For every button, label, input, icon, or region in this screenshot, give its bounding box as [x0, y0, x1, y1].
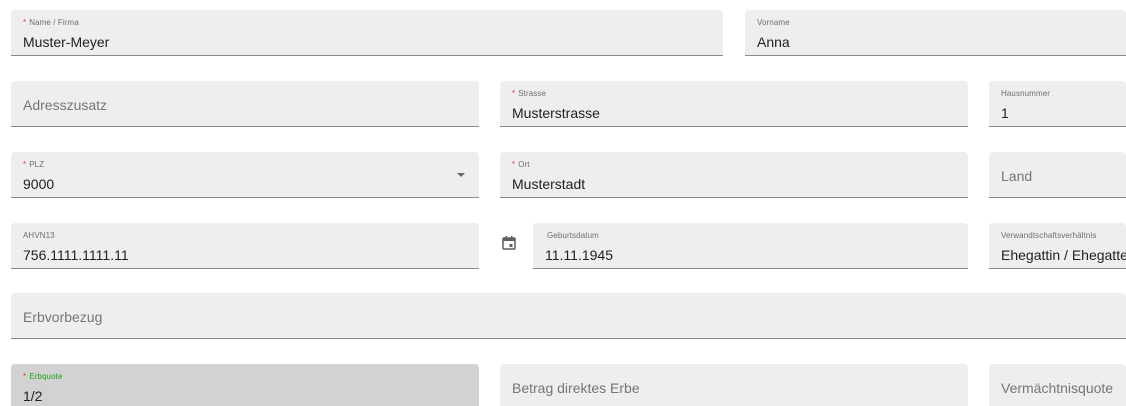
hausnummer-value: 1: [1001, 105, 1009, 121]
erbquote-field[interactable]: * Erbquote 1/2: [11, 364, 479, 406]
required-marker: *: [23, 18, 27, 27]
adresszusatz-field[interactable]: Adresszusatz: [11, 81, 479, 127]
geburtsdatum-field[interactable]: Geburtsdatum 11.11.1945: [533, 223, 968, 269]
ahvn13-field[interactable]: AHVN13 756.1111.1111.11: [11, 223, 479, 269]
erbvorbezug-placeholder: Erbvorbezug: [23, 309, 103, 325]
geburtsdatum-value: 11.11.1945: [545, 247, 613, 263]
vorname-field[interactable]: Vorname Anna: [745, 10, 1126, 56]
erbquote-value: 1/2: [23, 388, 43, 404]
vorname-label: Vorname: [757, 18, 790, 27]
verwandtschaftsverhaeltnis-value: Ehegattin / Ehegatte: [1001, 247, 1126, 263]
required-marker: *: [23, 372, 27, 381]
erbvorbezug-field[interactable]: Erbvorbezug: [11, 293, 1126, 339]
betrag-direktes-erbe-field[interactable]: Betrag direktes Erbe: [500, 364, 968, 406]
adresszusatz-placeholder: Adresszusatz: [23, 97, 108, 113]
required-marker: *: [512, 89, 516, 98]
ahvn13-label: AHVN13: [23, 231, 55, 240]
ort-field[interactable]: * Ort Musterstadt: [500, 152, 968, 198]
dropdown-arrow-icon[interactable]: [457, 173, 465, 177]
land-placeholder: Land: [1001, 168, 1033, 184]
strasse-value: Musterstrasse: [512, 105, 600, 121]
strasse-field[interactable]: * Strasse Musterstrasse: [500, 81, 968, 127]
required-marker: *: [512, 160, 516, 169]
plz-select[interactable]: * PLZ 9000: [11, 152, 479, 198]
land-field[interactable]: Land: [989, 152, 1126, 198]
hausnummer-label: Hausnummer: [1001, 89, 1051, 98]
ahvn13-value: 756.1111.1111.11: [23, 247, 129, 263]
verwandtschaftsverhaeltnis-label: Verwandtschaftsverhältnis: [1001, 231, 1097, 240]
verwandtschaftsverhaeltnis-field[interactable]: Verwandtschaftsverhältnis Ehegattin / Eh…: [989, 223, 1126, 269]
vorname-value: Anna: [757, 34, 790, 50]
name-firma-value: Muster-Meyer: [23, 34, 110, 50]
ort-label: Ort: [518, 160, 530, 169]
plz-label: PLZ: [29, 160, 45, 169]
strasse-label: Strasse: [518, 89, 547, 98]
hausnummer-field[interactable]: Hausnummer 1: [989, 81, 1126, 127]
vermaechtnisquote-placeholder: Vermächtnisquote: [1001, 380, 1114, 396]
name-firma-label: Name / Firma: [29, 18, 79, 27]
plz-value: 9000: [23, 176, 55, 192]
geburtsdatum-label: Geburtsdatum: [547, 231, 599, 240]
ort-value: Musterstadt: [512, 176, 586, 192]
betrag-direktes-erbe-placeholder: Betrag direktes Erbe: [512, 380, 640, 396]
vermaechtnisquote-field[interactable]: Vermächtnisquote: [989, 364, 1126, 406]
required-marker: *: [23, 160, 27, 169]
erbquote-label: Erbquote: [29, 372, 63, 381]
calendar-icon[interactable]: [502, 236, 516, 250]
name-firma-field[interactable]: * Name / Firma Muster-Meyer: [11, 10, 723, 56]
